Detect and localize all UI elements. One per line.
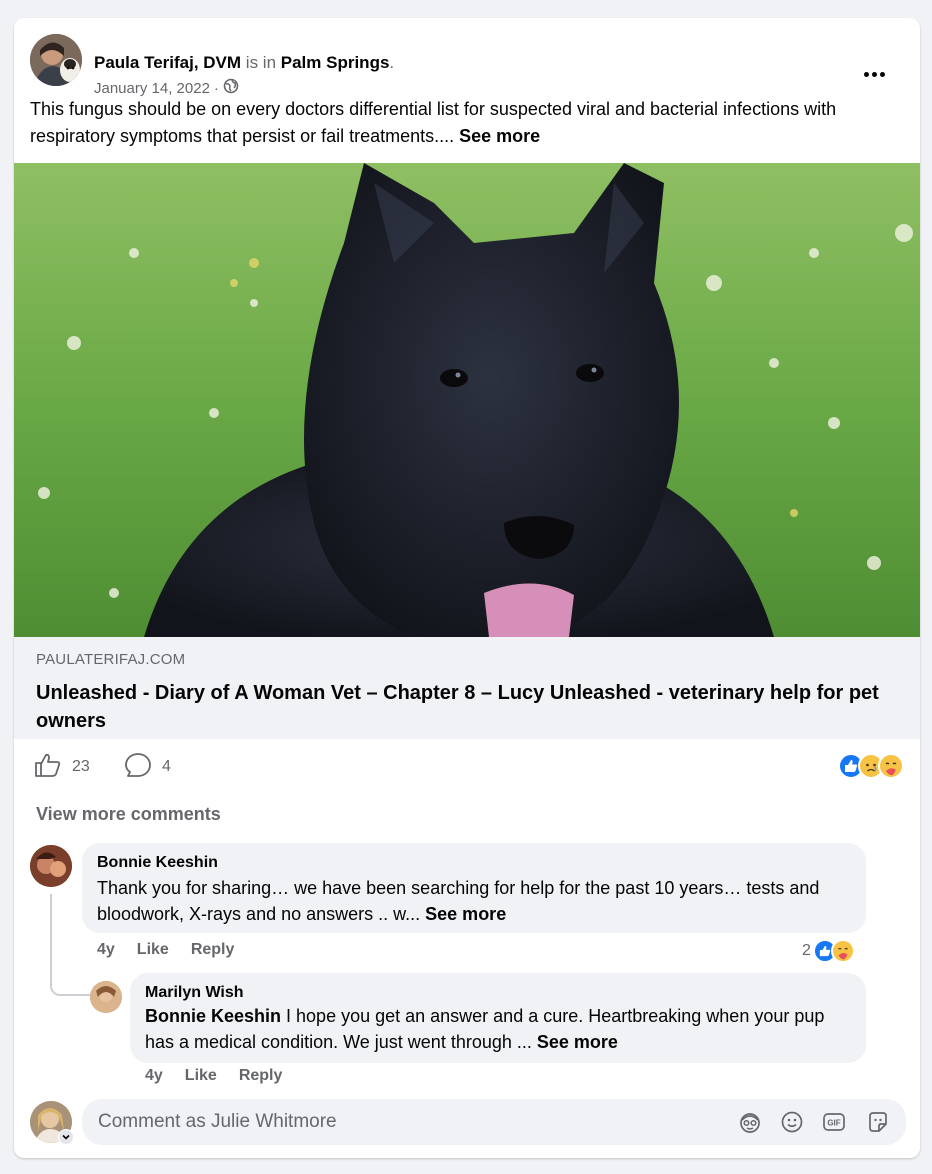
replier-avatar[interactable] — [90, 981, 122, 1013]
comment-reaction-count: 2 — [802, 942, 811, 959]
care-reaction-icon — [878, 753, 904, 779]
post-image[interactable] — [14, 163, 920, 637]
author-avatar[interactable] — [30, 34, 82, 86]
link-title[interactable]: Unleashed - Diary of A Woman Vet – Chapt… — [36, 679, 896, 735]
reply-text: Bonnie Keeshin I hope you get an answer … — [145, 1003, 855, 1055]
reply-see-more[interactable]: See more — [537, 1032, 618, 1052]
comment-text: Thank you for sharing… we have been sear… — [97, 875, 857, 927]
post-header: Paula Terifaj, DVM is in Palm Springs. J… — [30, 34, 904, 97]
comment-input[interactable] — [98, 1099, 718, 1145]
comment-time[interactable]: 4y — [97, 941, 115, 959]
author-line: Paula Terifaj, DVM is in Palm Springs. — [94, 52, 394, 74]
sticker-icon[interactable] — [866, 1110, 890, 1134]
post-text: This fungus should be on every doctors d… — [30, 96, 900, 150]
comment-reply-button[interactable]: Reply — [191, 941, 235, 959]
comment-see-more[interactable]: See more — [425, 904, 506, 924]
post-body: This fungus should be on every doctors d… — [30, 99, 837, 146]
comment-composer: GIF — [82, 1099, 906, 1145]
more-dot — [879, 71, 885, 77]
comment-button[interactable]: 4 — [124, 752, 171, 783]
comment-actions: 4y Like Reply — [97, 941, 234, 959]
engagement-row: 23 4 — [14, 739, 920, 795]
author-name[interactable]: Paula Terifaj, DVM — [94, 53, 241, 72]
more-dot — [871, 71, 877, 77]
commenter-avatar[interactable] — [30, 845, 72, 887]
avatar-sticker-icon[interactable] — [738, 1110, 762, 1134]
see-more-link[interactable]: See more — [459, 126, 540, 146]
commenter-name[interactable]: Bonnie Keeshin — [97, 853, 218, 873]
reply-actions: 4y Like Reply — [145, 1067, 282, 1085]
link-domain: PAULATERIFAJ.COM — [36, 651, 186, 668]
reply-bubble: Marilyn Wish Bonnie Keeshin I hope you g… — [130, 973, 866, 1063]
thumbs-up-icon — [34, 752, 62, 783]
is-in-text: is in — [245, 53, 277, 72]
view-more-comments[interactable]: View more comments — [36, 804, 221, 825]
chevron-down-icon[interactable] — [58, 1129, 74, 1145]
comment-bubble: Bonnie Keeshin Thank you for sharing… we… — [82, 843, 866, 933]
gif-icon[interactable]: GIF — [822, 1110, 846, 1134]
like-count: 23 — [72, 758, 90, 775]
reply-reply-button[interactable]: Reply — [239, 1067, 283, 1085]
location-link[interactable]: Palm Springs — [281, 53, 390, 72]
emoji-icon[interactable] — [780, 1110, 804, 1134]
comment-reactions[interactable]: 2 — [802, 939, 855, 963]
more-options-button[interactable] — [856, 62, 892, 86]
care-reaction-icon — [830, 939, 855, 963]
comment-count: 4 — [162, 758, 171, 775]
svg-text:GIF: GIF — [827, 1119, 840, 1128]
like-button[interactable]: 23 — [34, 753, 90, 781]
reply-like-button[interactable]: Like — [185, 1067, 217, 1085]
link-preview[interactable]: PAULATERIFAJ.COM Unleashed - Diary of A … — [14, 637, 920, 739]
comment-like-button[interactable]: Like — [137, 941, 169, 959]
period: . — [389, 53, 395, 72]
reply-time[interactable]: 4y — [145, 1067, 163, 1085]
reaction-summary[interactable] — [838, 753, 904, 779]
mention-link[interactable]: Bonnie Keeshin — [145, 1006, 281, 1026]
replier-name[interactable]: Marilyn Wish — [145, 983, 244, 1003]
more-dot — [863, 71, 869, 77]
comment-bubble-icon — [124, 752, 152, 783]
post-card: Paula Terifaj, DVM is in Palm Springs. J… — [14, 18, 920, 1158]
